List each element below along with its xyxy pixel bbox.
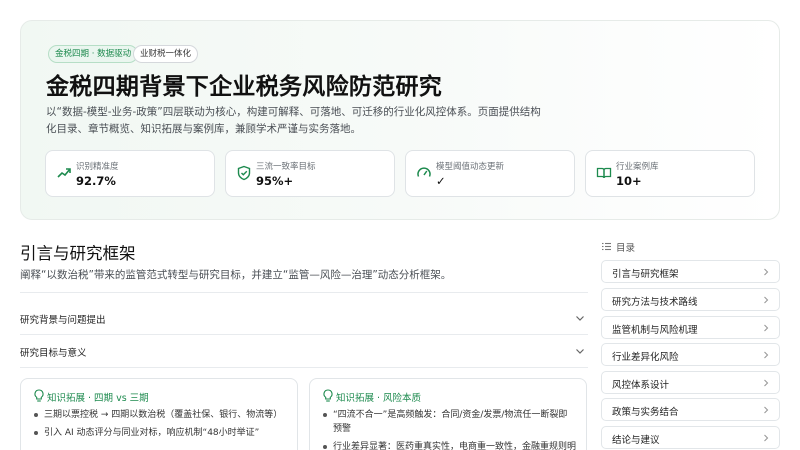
toc-item-industry-risk[interactable]: 行业差异化风险 — [601, 343, 780, 366]
accordion-research-background[interactable]: 研究背景与问题提出 — [20, 310, 588, 328]
list-item: 引入 AI 动态评分与同业对标，响应机制“48小时举证” — [33, 426, 287, 440]
chevron-right-icon — [764, 268, 769, 276]
stat-value: ✓ — [436, 174, 446, 188]
toc-item-label: 引言与研究框架 — [612, 269, 679, 280]
toc-item-policy-practice[interactable]: 政策与实务结合 — [601, 398, 780, 421]
stat-label: 行业案例库 — [616, 162, 659, 172]
list-item: 行业差异显著：医药重真实性，电商重一致性，金融重规则明确性 — [322, 440, 576, 450]
card-list: 三期以票控税 → 四期以数治税（覆盖社保、银行、物流等） 引入 AI 动态评分与… — [33, 408, 287, 444]
hero-description: 以“数据-模型-业务-政策”四层联动为核心，构建可解释、可落地、可迁移的行业化风… — [46, 106, 541, 135]
toc-item-label: 结论与建议 — [612, 435, 660, 446]
chevron-right-icon — [764, 324, 769, 332]
toc-item-conclusion[interactable]: 结论与建议 — [601, 426, 780, 449]
gauge-icon — [417, 167, 431, 177]
stat-card-cases: 行业案例库 10+ — [585, 150, 755, 197]
toc-item-label: 研究方法与技术路线 — [612, 297, 698, 308]
card-list: “四流不合一”是高频触发：合同/资金/发票/物流任一断裂即预警 行业差异显著：医… — [322, 408, 576, 450]
stat-card-threshold: 模型阈值动态更新 ✓ — [405, 150, 575, 197]
toc-item-label: 行业差异化风险 — [612, 352, 679, 363]
chevron-down-icon — [576, 316, 584, 321]
chevron-right-icon — [764, 351, 769, 359]
section-description: 阐释“以数治税”带来的监管范式转型与研究目标，并建立“监管—风险—治理”动态分析… — [20, 269, 452, 281]
chevron-right-icon — [764, 296, 769, 304]
accordion-research-goals[interactable]: 研究目标与意义 — [20, 343, 588, 361]
toc-item-methods[interactable]: 研究方法与技术路线 — [601, 288, 780, 311]
book-open-icon — [596, 167, 612, 179]
list-icon — [602, 242, 611, 251]
page-title: 金税四期背景下企业税务风险防范研究 — [46, 74, 443, 100]
stat-card-accuracy: 识别精准度 92.7% — [45, 150, 215, 197]
stat-card-consistency: 三流一致率目标 95%+ — [225, 150, 395, 197]
tag-data-driven: 金税四期 · 数据驱动 — [48, 45, 139, 63]
list-item: 三期以票控税 → 四期以数治税（覆盖社保、银行、物流等） — [33, 408, 287, 422]
list-item: “四流不合一”是高频触发：合同/资金/发票/物流任一断裂即预警 — [322, 408, 576, 436]
stat-value: 10+ — [616, 174, 642, 188]
toc-item-label: 监管机制与风险机理 — [612, 325, 698, 336]
knowledge-card-risk-essence: 知识拓展 · 风险本质 “四流不合一”是高频触发：合同/资金/发票/物流任一断裂… — [309, 378, 587, 450]
stat-label: 三流一致率目标 — [256, 162, 316, 172]
card-title: 知识拓展 · 四期 vs 三期 — [47, 393, 149, 404]
section-title: 引言与研究框架 — [20, 244, 136, 263]
lightbulb-icon — [34, 389, 44, 402]
stat-label: 识别精准度 — [76, 162, 119, 172]
toc-heading-label: 目录 — [616, 243, 636, 254]
stat-label: 模型阈值动态更新 — [436, 162, 505, 172]
card-title: 知识拓展 · 风险本质 — [336, 393, 422, 404]
toc-item-label: 风控体系设计 — [612, 380, 670, 391]
toc-item-mechanism[interactable]: 监管机制与风险机理 — [601, 316, 780, 339]
chevron-right-icon — [764, 406, 769, 414]
divider — [20, 292, 588, 293]
toc-item-introduction[interactable]: 引言与研究框架 — [601, 260, 780, 283]
toc-item-label: 政策与实务结合 — [612, 407, 679, 418]
knowledge-card-comparison: 知识拓展 · 四期 vs 三期 三期以票控税 → 四期以数治税（覆盖社保、银行、… — [20, 378, 298, 450]
tag-integration: 业财税一体化 — [133, 45, 199, 63]
lightbulb-icon — [323, 389, 333, 402]
accordion-label: 研究目标与意义 — [20, 348, 87, 359]
chevron-right-icon — [764, 379, 769, 387]
divider — [20, 367, 588, 368]
chevron-down-icon — [576, 349, 584, 354]
shield-check-icon — [237, 165, 251, 181]
toc-item-system-design[interactable]: 风控体系设计 — [601, 371, 780, 394]
hero-panel: 金税四期 · 数据驱动 业财税一体化 金税四期背景下企业税务风险防范研究 以“数… — [20, 20, 780, 220]
chevron-right-icon — [764, 434, 769, 442]
stat-value: 92.7% — [76, 174, 116, 188]
divider — [20, 334, 588, 335]
accordion-label: 研究背景与问题提出 — [20, 315, 106, 326]
trend-up-icon — [57, 168, 71, 178]
stat-value: 95%+ — [256, 174, 294, 188]
